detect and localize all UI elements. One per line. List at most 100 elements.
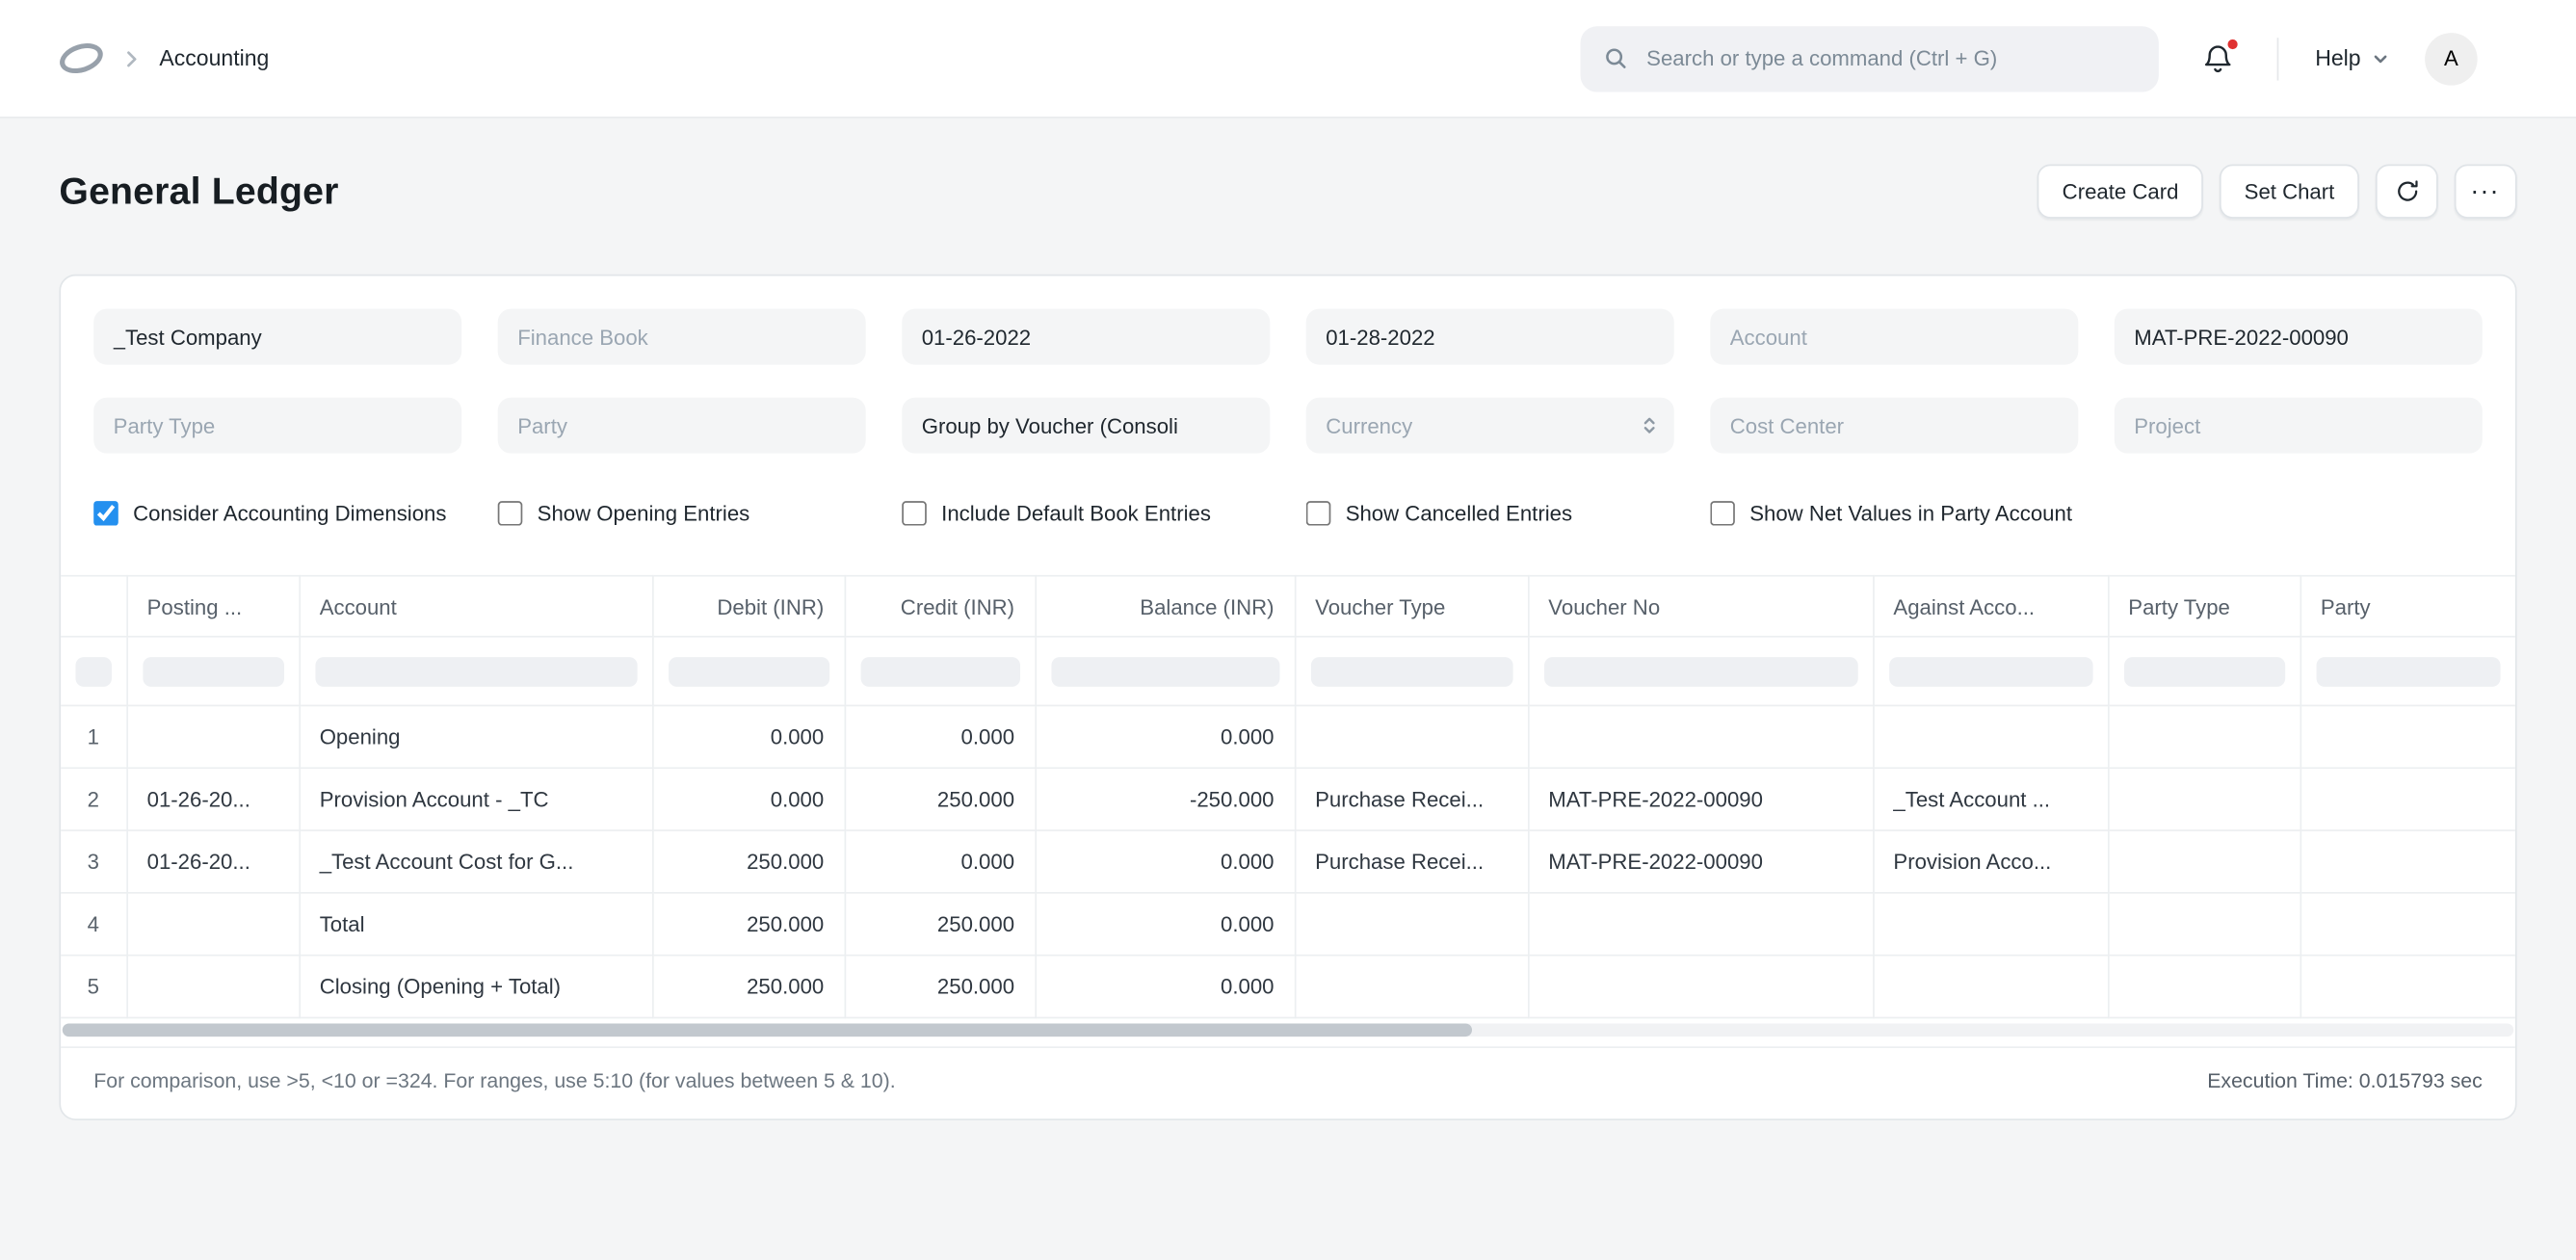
cell-party-type (2108, 706, 2300, 769)
column-filter-input[interactable] (2316, 657, 2501, 687)
cell-party-type (2108, 768, 2300, 830)
filter-cell-against-account (1873, 637, 2108, 706)
group-by-value: Group by Voucher (Consoli (922, 413, 1250, 438)
from-date-filter[interactable] (902, 309, 1270, 365)
cell-posting-date (126, 956, 299, 1018)
help-label: Help (2315, 46, 2360, 71)
cell-against-account: Provision Acco... (1873, 830, 2108, 893)
cell-voucher-no[interactable]: MAT-PRE-2022-00090 (1528, 768, 1873, 830)
logo-ring-icon (56, 39, 107, 79)
column-header-against-account[interactable]: Against Acco... (1873, 576, 2108, 637)
breadcrumb: Accounting (59, 44, 269, 72)
column-header-voucher-type[interactable]: Voucher Type (1295, 576, 1528, 637)
party-type-filter[interactable] (93, 398, 461, 454)
column-header-account[interactable]: Account (299, 576, 652, 637)
search-input[interactable] (1581, 25, 2159, 91)
horizontal-scrollbar[interactable] (63, 1024, 2513, 1037)
project-filter[interactable] (2115, 398, 2483, 454)
help-menu[interactable]: Help (2315, 46, 2388, 71)
column-header-balance[interactable]: Balance (INR) (1035, 576, 1294, 637)
company-filter[interactable] (93, 309, 461, 365)
show-cancelled-entries-checkbox[interactable] (1306, 501, 1331, 526)
checkbox-show-net-values-in-party-account[interactable]: Show Net Values in Party Account (1710, 498, 2078, 531)
account-filter[interactable] (1710, 309, 2078, 365)
checkbox-show-opening-entries[interactable]: Show Opening Entries (498, 498, 866, 531)
user-avatar[interactable]: A (2425, 32, 2478, 85)
page-head: General Ledger Create Card Set Chart ... (59, 165, 2516, 219)
column-filter-input[interactable] (143, 657, 284, 687)
cell-credit: 250.000 (845, 768, 1036, 830)
currency-select[interactable]: Currency (1306, 398, 1674, 454)
cell-account: Closing (Opening + Total) (299, 956, 652, 1018)
avatar-initial: A (2444, 46, 2458, 71)
cell-voucher-no[interactable] (1528, 706, 1873, 769)
menu-button[interactable]: ... (2455, 165, 2517, 219)
cell-voucher-no (1528, 893, 1873, 956)
column-filter-input[interactable] (75, 657, 112, 687)
table-header-row: Posting ... Account Debit (INR) Credit (… (61, 576, 2515, 637)
cell-against-account (1873, 706, 2108, 769)
set-chart-button[interactable]: Set Chart (2220, 165, 2359, 219)
filter-cell-debit (652, 637, 845, 706)
create-card-button[interactable]: Create Card (2037, 165, 2203, 219)
group-by-select[interactable]: Group by Voucher (Consoli (902, 398, 1270, 454)
column-header-debit[interactable]: Debit (INR) (652, 576, 845, 637)
show-net-values-checkbox[interactable] (1710, 501, 1735, 526)
consider-accounting-dimensions-checkbox[interactable] (93, 501, 118, 526)
column-filter-row (61, 637, 2515, 706)
notification-dot (2226, 37, 2240, 50)
checkbox-include-default-book-entries[interactable]: Include Default Book Entries (902, 498, 1270, 531)
notifications-button[interactable] (2195, 36, 2242, 82)
cell-party-type (2108, 893, 2300, 956)
currency-placeholder: Currency (1326, 413, 1654, 438)
scrollbar-thumb[interactable] (63, 1024, 1472, 1037)
checkbox-label: Include Default Book Entries (941, 498, 1211, 531)
table-row: 5 Closing (Opening + Total) 250.000 250.… (61, 956, 2515, 1018)
filter-cell-credit (845, 637, 1036, 706)
cell-index: 3 (61, 830, 126, 893)
cell-voucher-type (1295, 706, 1528, 769)
checkbox-show-cancelled-entries[interactable]: Show Cancelled Entries (1306, 498, 1674, 531)
column-header-posting-date[interactable]: Posting ... (126, 576, 299, 637)
column-header-party-type[interactable]: Party Type (2108, 576, 2300, 637)
column-filter-input[interactable] (1310, 657, 1512, 687)
column-filter-input[interactable] (668, 657, 828, 687)
global-search (1581, 25, 2159, 91)
cell-party (2300, 893, 2515, 956)
column-filter-input[interactable] (1543, 657, 1857, 687)
cell-credit: 250.000 (845, 956, 1036, 1018)
navbar-divider (2277, 37, 2279, 79)
column-header-voucher-no[interactable]: Voucher No (1528, 576, 1873, 637)
filter-cell-index (61, 637, 126, 706)
cost-center-filter[interactable] (1710, 398, 2078, 454)
column-filter-input[interactable] (1888, 657, 2091, 687)
breadcrumb-item-accounting[interactable]: Accounting (159, 46, 269, 71)
cell-voucher-no[interactable]: MAT-PRE-2022-00090 (1528, 830, 1873, 893)
table-row: 3 01-26-20... _Test Account Cost for G..… (61, 830, 2515, 893)
filter-cell-voucher-no (1528, 637, 1873, 706)
column-header-party[interactable]: Party (2300, 576, 2515, 637)
filter-cell-posting-date (126, 637, 299, 706)
to-date-filter[interactable] (1306, 309, 1674, 365)
filter-cell-balance (1035, 637, 1294, 706)
cell-balance: 0.000 (1035, 706, 1294, 769)
column-filter-input[interactable] (1051, 657, 1279, 687)
include-default-book-entries-checkbox[interactable] (902, 501, 927, 526)
cell-against-account: _Test Account ... (1873, 768, 2108, 830)
cell-credit: 0.000 (845, 830, 1036, 893)
cell-index: 5 (61, 956, 126, 1018)
finance-book-filter[interactable] (498, 309, 866, 365)
show-opening-entries-checkbox[interactable] (498, 501, 523, 526)
party-filter[interactable] (498, 398, 866, 454)
navbar-right: Help A (1581, 25, 2478, 91)
cell-posting-date: 01-26-20... (126, 768, 299, 830)
column-filter-input[interactable] (315, 657, 637, 687)
cell-balance: 0.000 (1035, 956, 1294, 1018)
checkbox-consider-accounting-dimensions[interactable]: Consider Accounting Dimensions (93, 498, 461, 531)
refresh-button[interactable] (2376, 165, 2438, 219)
frappecloud-logo[interactable] (59, 44, 103, 72)
column-filter-input[interactable] (860, 657, 1019, 687)
voucher-no-filter[interactable] (2115, 309, 2483, 365)
column-filter-input[interactable] (2123, 657, 2284, 687)
column-header-credit[interactable]: Credit (INR) (845, 576, 1036, 637)
